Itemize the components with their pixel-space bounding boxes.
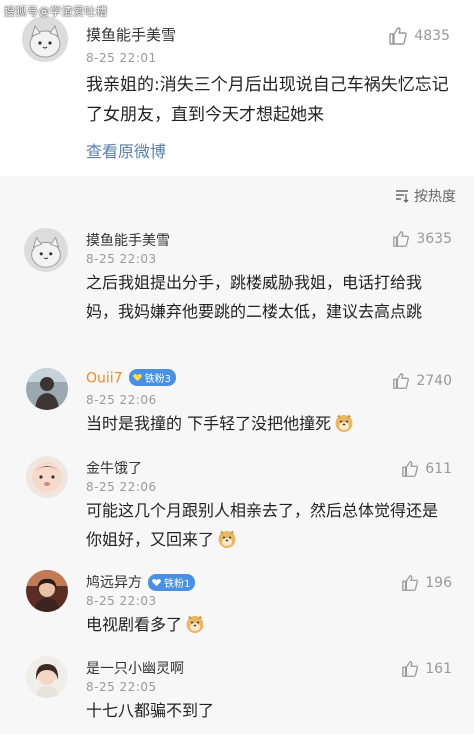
baby-avatar-icon — [26, 456, 68, 498]
fan-badge[interactable]: 铁粉3 — [128, 369, 176, 386]
person-avatar-icon — [26, 368, 68, 410]
avatar[interactable] — [24, 228, 68, 272]
avatar[interactable] — [26, 368, 68, 410]
comment-like-count: 3635 — [416, 231, 452, 247]
girl-avatar-icon — [26, 570, 68, 612]
avatar[interactable] — [26, 656, 68, 698]
heart-icon — [132, 374, 142, 382]
comment-username-text: 鸠远异方 — [86, 575, 142, 591]
comment-time: 8-25 22:05 — [86, 680, 157, 694]
post-like-count: 4835 — [414, 28, 450, 44]
comment-text: 十七八都骗不到了 — [86, 701, 215, 720]
avatar[interactable] — [26, 456, 68, 498]
comment-time: 8-25 22:06 — [86, 393, 157, 407]
thumbs-up-icon — [389, 27, 408, 45]
sort-label: 按热度 — [414, 189, 456, 205]
comment-username[interactable]: Ouii7 铁粉3 — [86, 369, 176, 387]
comment-time: 8-25 22:03 — [86, 594, 157, 608]
thumbs-up-icon — [402, 461, 419, 477]
comment-username[interactable]: 是一只小幽灵啊 — [86, 658, 184, 678]
comment-like-button[interactable]: 161 — [401, 660, 452, 678]
comment-text: 电视剧看多了 — [86, 610, 451, 639]
cat-avatar-icon — [24, 228, 68, 272]
thumbs-up-icon — [393, 373, 410, 389]
avatar[interactable] — [26, 570, 68, 612]
avatar[interactable] — [22, 16, 68, 62]
watermark: 搜狐号@学渣爱吐槽 — [4, 5, 108, 18]
fan-badge-label: 铁粉3 — [144, 374, 171, 385]
comment-like-button[interactable]: 3635 — [392, 230, 452, 248]
comment-username[interactable]: 鸠远异方 铁粉1 — [86, 572, 196, 592]
fan-badge-label: 铁粉1 — [164, 578, 191, 590]
doge-emoji-icon — [186, 615, 204, 633]
post-time: 8-25 22:01 — [86, 51, 157, 65]
comment-text: 当时是我撞的 下手轻了没把他撞死 — [86, 409, 451, 438]
girl-avatar-icon — [26, 656, 68, 698]
sort-button[interactable]: 按热度 — [394, 186, 456, 206]
thumbs-up-icon — [402, 575, 419, 591]
comment-text-content: 当时是我撞的 下手轻了没把他撞死 — [86, 414, 332, 433]
comment-username[interactable]: 金牛饿了 — [86, 458, 142, 478]
comment-text-content: 电视剧看多了 — [86, 615, 183, 634]
comment-text: 可能这几个月跟别人相亲去了，然后总体觉得还是你姐好，又回来了 — [86, 496, 451, 554]
comment-text: 之后我姐提出分手，跳楼威胁我姐，电话打给我妈，我妈嫌弃他要跳的二楼太低，建议去高… — [86, 273, 423, 321]
doge-emoji-icon — [218, 530, 236, 548]
cat-avatar-icon — [22, 16, 68, 62]
post-username[interactable]: 摸鱼能手美雪 — [86, 24, 176, 45]
comment-like-count: 2740 — [416, 373, 452, 389]
heart-icon — [152, 578, 161, 586]
fan-badge[interactable]: 铁粉1 — [148, 573, 196, 591]
doge-emoji-icon — [335, 414, 353, 432]
comment-like-count: 611 — [425, 461, 452, 477]
comment-time: 8-25 22:06 — [86, 480, 157, 494]
comment-like-button[interactable]: 611 — [401, 460, 452, 478]
comment-text-content: 可能这几个月跟别人相亲去了，然后总体觉得还是你姐好，又回来了 — [86, 501, 439, 549]
comment-like-count: 196 — [425, 575, 452, 591]
comment-time: 8-25 22:03 — [86, 252, 157, 266]
thumbs-up-icon — [402, 661, 419, 677]
sort-icon — [396, 190, 409, 203]
post-text: 我亲姐的:消失三个月后出现说自己车祸失忆忘记了女朋友，直到今天才想起她来 — [86, 75, 449, 125]
comment-like-button[interactable]: 196 — [401, 574, 452, 592]
main-post: 摸鱼能手美雪 8-25 22:01 4835 我亲姐的:消失三个月后出现说自己车… — [0, 0, 474, 176]
thumbs-up-icon — [393, 231, 410, 247]
view-original-link[interactable]: 查看原微博 — [86, 138, 166, 162]
comment-username-text: Ouii7 — [86, 370, 123, 387]
post-like-button[interactable]: 4835 — [388, 26, 450, 46]
comment-like-count: 161 — [425, 661, 452, 677]
comment-like-button[interactable]: 2740 — [392, 372, 452, 390]
comments-section: 按热度 摸鱼能手美雪 8-25 22:03 3635 之后我姐提出分手，跳楼威胁… — [0, 176, 474, 734]
comment-username[interactable]: 摸鱼能手美雪 — [86, 230, 170, 250]
